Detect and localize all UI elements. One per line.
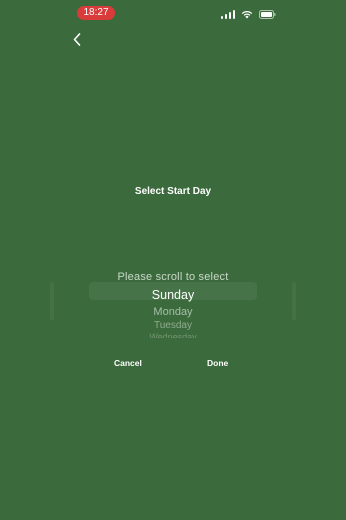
status-time: 18:27 (77, 6, 115, 20)
dialog-title: Select Start Day (134, 186, 212, 197)
picker-item-monday[interactable]: Monday (0, 306, 346, 318)
cancel-button[interactable]: Cancel (114, 358, 142, 368)
status-icons (220, 8, 277, 20)
signal-icon (220, 9, 235, 19)
wifi-icon (241, 10, 253, 19)
battery-icon (259, 9, 276, 19)
done-button[interactable]: Done (207, 358, 228, 368)
chevron-left-icon (73, 32, 81, 46)
picker-item-tuesday[interactable]: Tuesday (0, 320, 346, 331)
picker-item-wednesday[interactable]: Wednesday (0, 331, 346, 338)
back-button[interactable] (68, 29, 86, 49)
status-bar: 18:27 (0, 0, 346, 26)
picker-item-sunday[interactable]: Sunday (0, 288, 346, 302)
